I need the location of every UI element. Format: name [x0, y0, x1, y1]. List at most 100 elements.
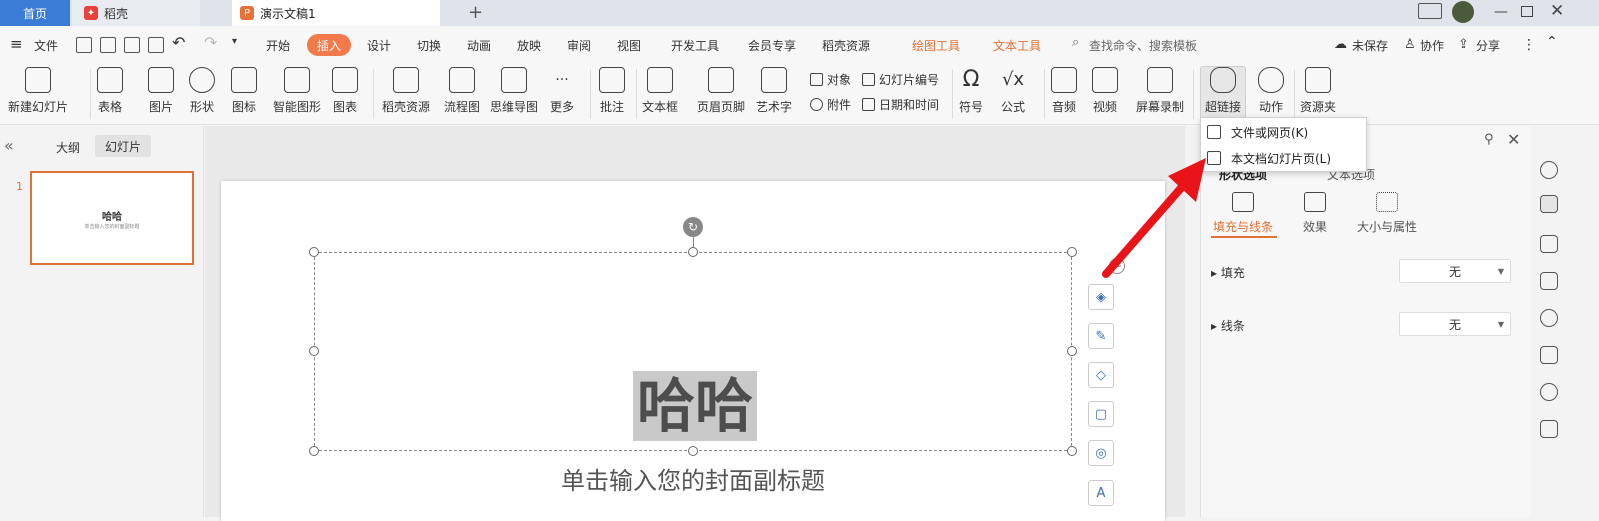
- hyperlink-button[interactable]: 超链接: [1200, 66, 1247, 120]
- object-button[interactable]: 对象: [810, 71, 851, 88]
- rocket-icon[interactable]: [1540, 161, 1558, 179]
- quick-access-dropdown-icon[interactable]: ▾: [232, 36, 237, 47]
- lightbulb-icon[interactable]: ◎: [1088, 440, 1114, 466]
- action-button[interactable]: 动作: [1258, 67, 1284, 115]
- picture-button[interactable]: 图片: [148, 67, 174, 115]
- more-button[interactable]: ··· 更多: [549, 67, 575, 115]
- subtab-effect[interactable]: 效果: [1303, 192, 1327, 235]
- collapse-panel-icon[interactable]: «: [4, 136, 14, 155]
- undo-icon[interactable]: ↶: [172, 33, 185, 52]
- resize-handle[interactable]: [1067, 446, 1077, 456]
- tab-daoke[interactable]: ✦ 稻壳: [72, 0, 200, 26]
- resize-handle[interactable]: [309, 247, 319, 257]
- resize-handle[interactable]: [688, 247, 698, 257]
- line-select[interactable]: 无 ▼: [1399, 312, 1511, 336]
- menu-text-tools[interactable]: 文本工具: [993, 37, 1041, 54]
- pin-icon[interactable]: ⚲: [1484, 132, 1494, 147]
- slide-title[interactable]: 哈哈: [633, 371, 757, 441]
- datetime-button[interactable]: 日期和时间: [862, 96, 939, 113]
- redo-icon[interactable]: ↷: [204, 33, 217, 52]
- menu-start[interactable]: 开始: [266, 37, 290, 54]
- menu-transition[interactable]: 切换: [417, 37, 441, 54]
- line-section-toggle[interactable]: ▸ 线条: [1211, 317, 1245, 334]
- unsaved-status[interactable]: 未保存: [1352, 37, 1388, 54]
- border-icon[interactable]: ▢: [1088, 401, 1114, 427]
- collapse-ribbon-icon[interactable]: ⌃: [1546, 34, 1558, 50]
- menu-review[interactable]: 审阅: [567, 37, 591, 54]
- daoke-resource-button[interactable]: 稻壳资源: [382, 67, 430, 115]
- star-icon[interactable]: [1540, 235, 1558, 253]
- avatar[interactable]: [1452, 1, 1474, 23]
- settings-sliders-icon[interactable]: [1540, 195, 1558, 213]
- tab-outline[interactable]: 大纲: [56, 139, 80, 156]
- menu-item-file-or-webpage[interactable]: 文件或网页(K): [1207, 120, 1308, 144]
- resize-handle[interactable]: [309, 446, 319, 456]
- rotate-handle-icon[interactable]: ↻: [683, 217, 703, 237]
- tab-document[interactable]: P 演示文稿1: [232, 0, 440, 26]
- chart-button[interactable]: 图表: [332, 67, 358, 115]
- slide[interactable]: ↻ 哈哈 单击输入您的封面副标题 −: [221, 181, 1165, 521]
- formula-button[interactable]: √x 公式: [1000, 67, 1026, 115]
- attachment-button[interactable]: 附件: [810, 96, 851, 113]
- subtab-fill-line[interactable]: 填充与线条: [1213, 192, 1273, 235]
- minimize-icon[interactable]: —: [1494, 4, 1508, 20]
- menu-daoke-resources[interactable]: 稻壳资源: [822, 37, 870, 54]
- brush-icon[interactable]: ✎: [1088, 323, 1114, 349]
- command-search[interactable]: 查找命令、搜索模板: [1089, 37, 1197, 54]
- icon-button[interactable]: 图标: [231, 67, 257, 115]
- menu-design[interactable]: 设计: [367, 37, 391, 54]
- share-button[interactable]: 分享: [1476, 37, 1500, 54]
- more-options-icon[interactable]: ⋮: [1522, 37, 1536, 53]
- close-panel-icon[interactable]: ✕: [1507, 130, 1520, 149]
- tab-slides[interactable]: 幻灯片: [95, 135, 151, 157]
- resize-handle[interactable]: [309, 346, 319, 356]
- menu-slideshow[interactable]: 放映: [517, 37, 541, 54]
- export-pdf-icon[interactable]: [100, 37, 116, 53]
- gallery-icon[interactable]: [1540, 346, 1558, 364]
- help-icon[interactable]: [1540, 309, 1558, 327]
- resource-folder-button[interactable]: 资源夹: [1300, 67, 1336, 115]
- smart-graphic-button[interactable]: 智能图形: [273, 67, 321, 115]
- fill-select[interactable]: 无 ▼: [1399, 259, 1511, 283]
- new-tab-button[interactable]: +: [468, 2, 483, 23]
- audio-button[interactable]: 音频: [1051, 67, 1077, 115]
- flowchart-button[interactable]: 流程图: [444, 67, 480, 115]
- cube-icon[interactable]: [1540, 420, 1558, 438]
- text-format-icon[interactable]: A: [1088, 480, 1114, 506]
- menu-view[interactable]: 视图: [617, 37, 641, 54]
- lightning-icon[interactable]: [1540, 383, 1558, 401]
- shape-button[interactable]: 形状: [189, 67, 215, 115]
- menu-animation[interactable]: 动画: [467, 37, 491, 54]
- print-preview-icon[interactable]: [148, 37, 164, 53]
- transition-icon[interactable]: [1540, 272, 1558, 290]
- screen-record-button[interactable]: 屏幕录制: [1136, 67, 1184, 115]
- collaborate-button[interactable]: 协作: [1420, 37, 1444, 54]
- menu-file[interactable]: 文件: [34, 37, 58, 54]
- fill-bucket-icon[interactable]: ◇: [1088, 362, 1114, 388]
- save-icon[interactable]: [76, 37, 92, 53]
- slide-thumbnail[interactable]: 哈哈 单击输入您的封面副标题: [30, 171, 194, 265]
- menu-member[interactable]: 会员专享: [748, 37, 796, 54]
- menu-drawing-tools[interactable]: 绘图工具: [912, 37, 960, 54]
- menu-insert[interactable]: 插入: [307, 34, 351, 56]
- menu-item-slide-in-document[interactable]: 本文档幻灯片页(L): [1207, 146, 1331, 170]
- resize-handle[interactable]: [688, 446, 698, 456]
- video-button[interactable]: 视频: [1092, 67, 1118, 115]
- header-footer-button[interactable]: 页眉页脚: [697, 67, 745, 115]
- subtab-size-properties[interactable]: 大小与属性: [1357, 192, 1417, 235]
- wordart-button[interactable]: 艺术字: [756, 67, 792, 115]
- slide-subtitle[interactable]: 单击输入您的封面副标题: [221, 461, 1165, 496]
- textbox-button[interactable]: 文本框: [642, 67, 678, 115]
- close-window-icon[interactable]: ✕: [1550, 1, 1564, 21]
- comment-button[interactable]: 批注: [599, 67, 625, 115]
- resize-handle[interactable]: [1067, 346, 1077, 356]
- slide-number-button[interactable]: 幻灯片编号: [862, 71, 939, 88]
- layout-toggle-icon[interactable]: [1418, 3, 1442, 19]
- new-slide-button[interactable]: 新建幻灯片: [8, 67, 68, 115]
- resize-handle[interactable]: [1067, 247, 1077, 257]
- tab-home[interactable]: 首页: [0, 0, 70, 26]
- symbol-button[interactable]: Ω 符号: [958, 67, 984, 115]
- restore-icon[interactable]: [1521, 6, 1533, 17]
- mindmap-button[interactable]: 思维导图: [490, 67, 538, 115]
- table-button[interactable]: 表格: [97, 67, 123, 115]
